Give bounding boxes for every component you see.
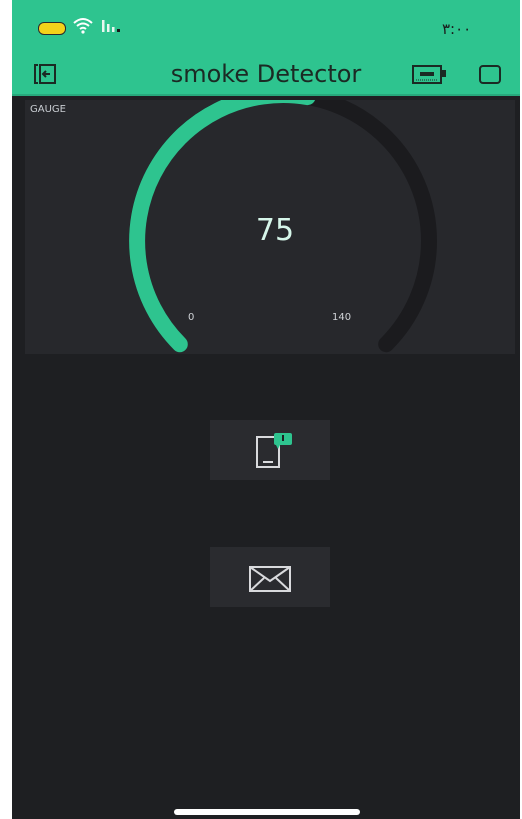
gauge-value: 75: [255, 213, 295, 248]
gauge-label: GAUGE: [30, 104, 66, 115]
home-indicator[interactable]: [174, 809, 360, 815]
status-bar: ٣:٠٠: [12, 0, 520, 54]
wifi-icon: [73, 18, 93, 34]
device-notification-icon: [256, 433, 292, 468]
notification-widget[interactable]: [210, 420, 330, 480]
page-title: smoke Detector: [170, 60, 362, 88]
signal-icon: [102, 20, 120, 32]
mail-icon: [249, 566, 291, 592]
gauge-min-label: 0: [188, 312, 195, 323]
battery-icon: [38, 22, 66, 35]
app-screen: ٣:٠٠ smoke Detector GAUGE 75 0 140: [12, 0, 520, 819]
email-widget[interactable]: [210, 547, 330, 607]
gauge-max-label: 140: [332, 312, 352, 323]
status-time: ٣:٠٠: [442, 20, 472, 38]
